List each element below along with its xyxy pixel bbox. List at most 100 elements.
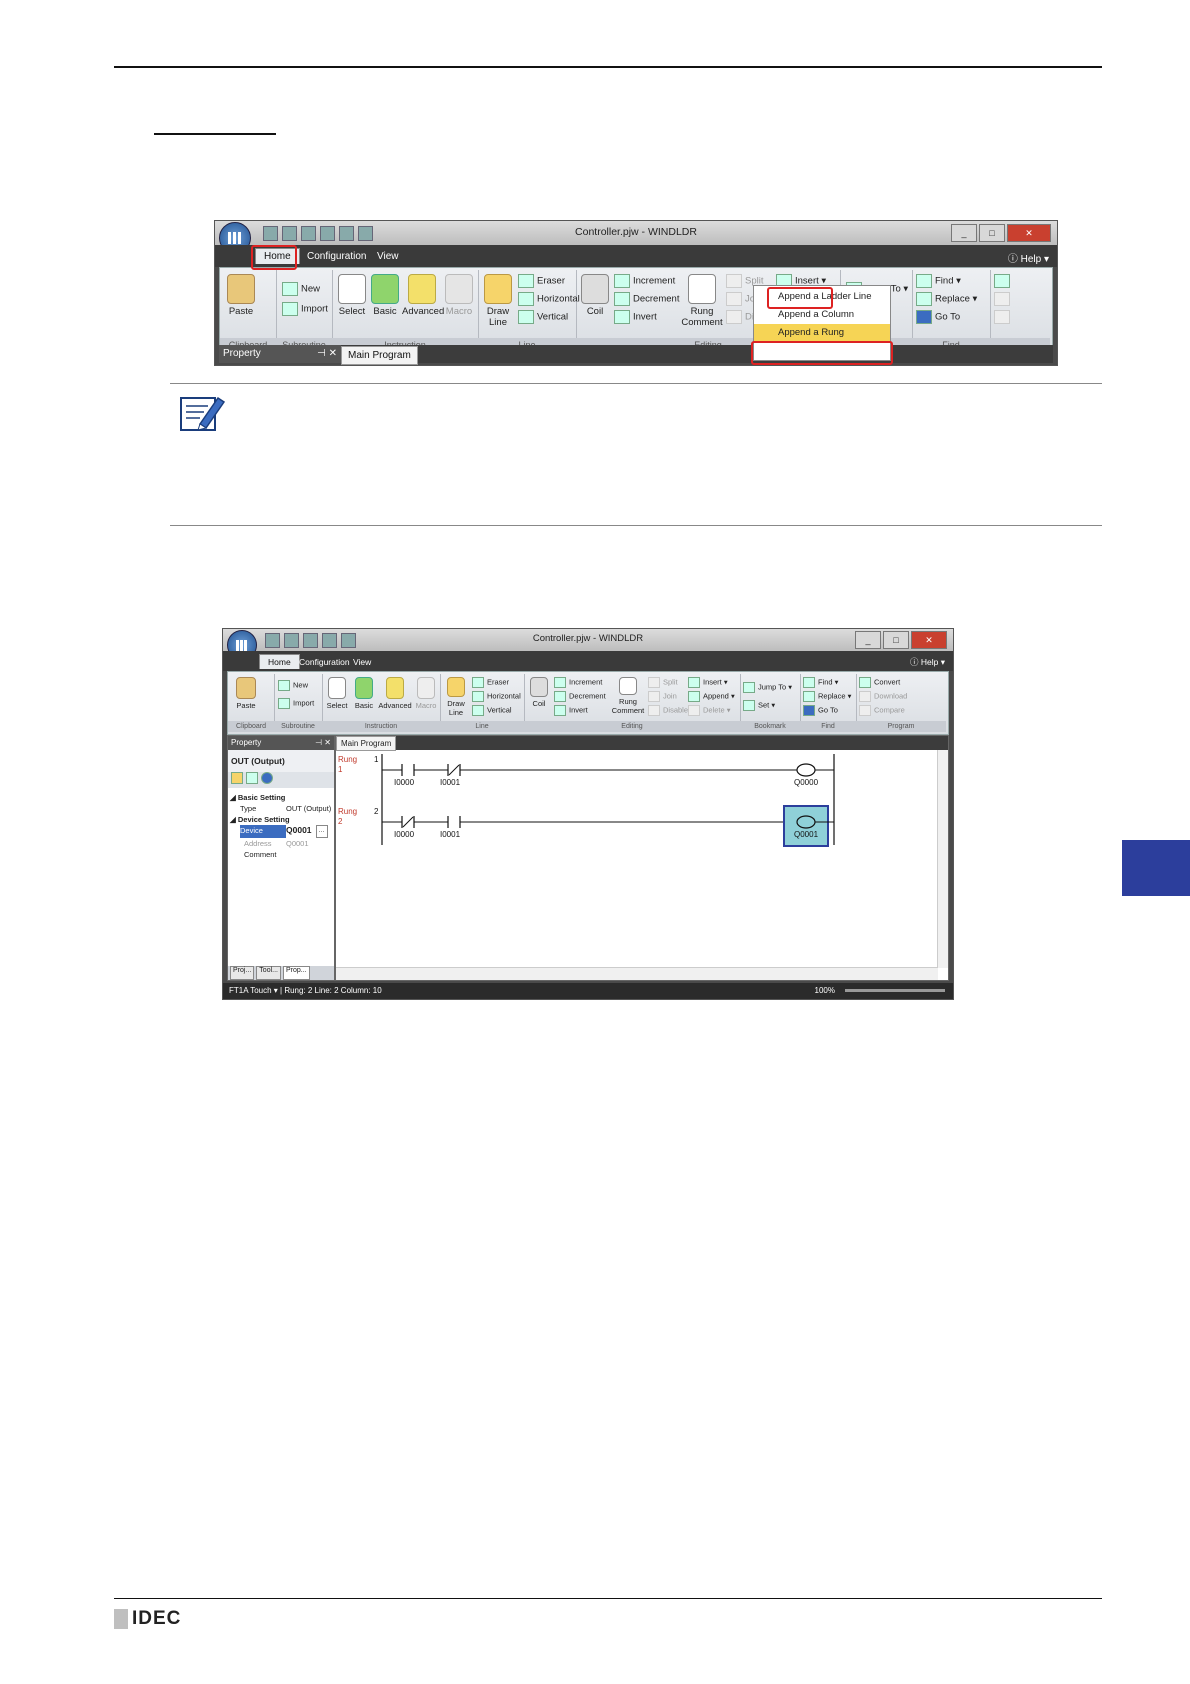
minimize-icon[interactable]: _ [855,631,881,649]
undo-icon[interactable] [282,226,297,241]
paste-button[interactable]: Paste [231,677,261,710]
horizontal-scrollbar[interactable] [336,967,938,980]
find-icon [803,677,815,688]
vertical-scrollbar[interactable] [937,750,948,968]
new-button[interactable]: New [278,680,308,691]
save-icon[interactable] [263,226,278,241]
categorized-icon[interactable] [231,772,243,784]
help-button[interactable]: ⓘ Help ▾ [1008,250,1049,265]
draw-line-button[interactable]: Draw Line [482,274,514,328]
split-button[interactable]: Split [648,677,678,688]
eraser-button[interactable]: Eraser [518,274,565,288]
join-button[interactable]: Join [648,691,677,702]
import-button[interactable]: Import [282,302,328,316]
tab-configuration[interactable]: Configuration [299,249,374,264]
macro-button[interactable]: Macro [414,677,438,710]
device-row[interactable]: Device Q0001… [230,825,332,838]
rung-comment-button[interactable]: Rung Comment [680,274,724,328]
coil-button[interactable]: Coil [580,274,610,317]
ladder-editor[interactable]: Main Program Rung 1 1 I0000 I0001 Q0000 Rung 2 2… [335,735,949,981]
status-model[interactable]: FT1A Touch [229,986,272,995]
go-to-button[interactable]: Go To [916,310,960,324]
convert-button[interactable] [994,274,1013,288]
qat-icon[interactable] [322,633,337,648]
qat-icon[interactable] [358,226,373,241]
vertical-button[interactable]: Vertical [472,705,512,716]
horizontal-button[interactable]: Horizontal [472,691,521,702]
invert-button[interactable]: Invert [614,310,657,324]
tab-view[interactable]: View [345,655,379,669]
invert-button[interactable]: Invert [554,705,588,716]
horizontal-button[interactable]: Horizontal [518,292,580,306]
download-button[interactable] [994,292,1013,306]
delete-button[interactable]: Delete ▾ [688,705,731,716]
increment-button[interactable]: Increment [554,677,602,688]
quick-access-toolbar [265,633,356,648]
new-button[interactable]: New [282,282,320,296]
go-to-button[interactable]: Go To [803,705,838,716]
tab-main-program[interactable]: Main Program [336,736,397,751]
insert-icon [688,677,700,688]
compare-button[interactable]: Compare [859,705,905,716]
increment-button[interactable]: Increment [614,274,675,288]
select-button[interactable]: Select [336,274,368,317]
paste-button[interactable]: Paste [224,274,258,317]
append-button[interactable]: Append ▾ [688,691,735,702]
advanced-button[interactable]: Advanced [378,677,412,710]
menu-item-append-rung[interactable]: Append a Rung [754,324,890,342]
macro-button[interactable]: Macro [444,274,474,317]
sort-icon[interactable] [246,772,258,784]
append-label: Append [703,691,729,701]
download-button[interactable]: Download [859,691,907,702]
close-icon[interactable]: ✕ [911,631,947,649]
convert-button[interactable]: Convert [859,677,900,688]
decrement-button[interactable]: Decrement [614,292,679,306]
qat-icon[interactable] [320,226,335,241]
decrement-button[interactable]: Decrement [554,691,606,702]
tab-property[interactable]: Prop... [282,966,310,980]
find-button[interactable]: Find ▾ [916,274,961,288]
maximize-icon[interactable]: □ [979,224,1005,242]
redo-icon[interactable] [303,633,318,648]
basic-button[interactable]: Basic [352,677,376,710]
comment-row[interactable]: Comment [230,849,332,860]
undo-icon[interactable] [284,633,299,648]
minimize-icon[interactable]: _ [951,224,977,242]
set-button[interactable]: Set ▾ [743,700,775,711]
qat-icon[interactable] [341,633,356,648]
redo-icon[interactable] [301,226,316,241]
vertical-button[interactable]: Vertical [518,310,568,324]
insert-button[interactable]: Insert ▾ [688,677,728,688]
help-icon[interactable] [261,772,273,784]
zoom-slider[interactable] [845,989,945,992]
disable-button[interactable]: Disable [648,705,688,716]
draw-line-button[interactable]: Draw Line [442,677,470,717]
replace-button[interactable]: Replace ▾ [916,292,977,306]
import-button[interactable]: Import [278,698,314,709]
basic-button[interactable]: Basic [370,274,400,317]
browse-button[interactable]: … [315,825,328,838]
advanced-button[interactable]: Advanced [402,274,445,317]
pin-close-icon[interactable]: ⊣ ✕ [317,345,337,363]
tab-main-program[interactable]: Main Program [341,346,418,365]
find-button[interactable]: Find ▾ [803,677,838,688]
select-button[interactable]: Select [324,677,350,710]
group-label: Program [856,721,946,732]
compare-button[interactable] [994,310,1013,324]
maximize-icon[interactable]: □ [883,631,909,649]
rung-comment-button[interactable]: Rung Comment [610,677,646,715]
eraser-button[interactable]: Eraser [472,677,509,688]
advanced-label: Advanced [402,306,445,317]
tab-project[interactable]: Proj... [230,966,255,980]
coil-button[interactable]: Coil [526,677,552,708]
qat-icon[interactable] [339,226,354,241]
tab-view[interactable]: View [369,249,407,264]
import-icon [278,698,290,709]
pin-close-icon[interactable]: ⊣ ✕ [315,736,331,750]
jump-to-button[interactable]: Jump To ▾ [743,682,792,693]
replace-button[interactable]: Replace ▾ [803,691,851,702]
tab-toolbox[interactable]: Tool... [256,966,281,980]
save-icon[interactable] [265,633,280,648]
help-button[interactable]: ⓘ Help ▾ [910,656,945,668]
close-icon[interactable]: ✕ [1007,224,1051,242]
